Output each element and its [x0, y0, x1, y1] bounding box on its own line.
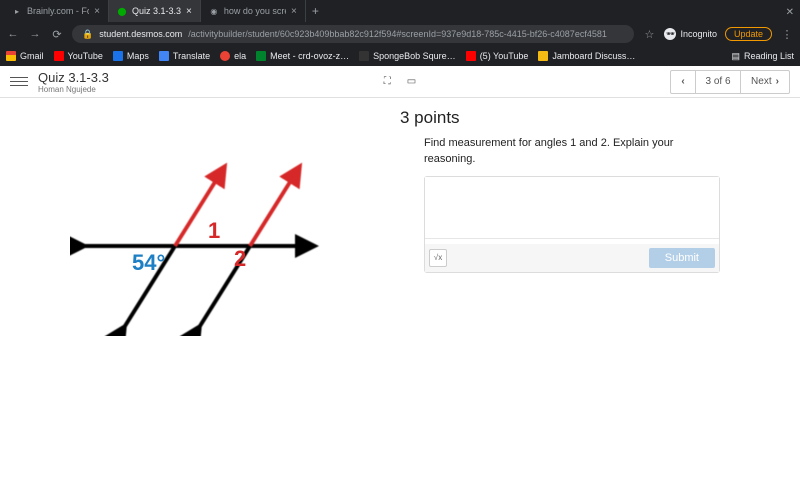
angle-1-label: 1: [208, 218, 220, 243]
tab-label: how do you screenshot on ma: [224, 6, 286, 16]
spongebob-icon: [359, 51, 369, 61]
bookmark-maps[interactable]: Maps: [113, 51, 149, 61]
reload-icon[interactable]: ⟳: [50, 28, 64, 41]
desmos-favicon: ⬤: [117, 6, 127, 16]
close-icon[interactable]: ×: [94, 6, 100, 17]
bookmark-label: Meet - crd-ovoz-z…: [270, 51, 349, 61]
summary-icon[interactable]: ▭: [407, 76, 416, 87]
chevron-right-icon: ›: [776, 76, 779, 87]
close-icon[interactable]: ×: [186, 6, 192, 17]
tab-label: Brainly.com - For students. By: [27, 6, 89, 16]
given-angle-label: 54°: [132, 250, 165, 275]
youtube-icon: [54, 51, 64, 61]
bookmark-meet[interactable]: Meet - crd-ovoz-z…: [256, 51, 349, 61]
bookmark-label: Jamboard Discuss…: [552, 51, 635, 61]
tab-google-search[interactable]: ◉ how do you screenshot on ma ×: [201, 0, 306, 22]
bookmark-gmail[interactable]: Gmail: [6, 51, 44, 61]
url-path: /activitybuilder/student/60c923b409bbab8…: [188, 29, 607, 39]
bookmark-label: SpongeBob Squre…: [373, 51, 456, 61]
update-button[interactable]: Update: [725, 27, 772, 41]
gmail-icon: [6, 51, 16, 61]
next-button[interactable]: Next ›: [740, 70, 790, 94]
star-icon[interactable]: ☆: [642, 28, 656, 41]
forward-icon[interactable]: →: [28, 28, 42, 40]
incognito-badge: 🕶 Incognito: [664, 28, 717, 40]
app-header: Quiz 3.1-3.3 Homan Ngujede ⛶ ▭ ‹ 3 of 6 …: [0, 66, 800, 98]
bookmark-translate[interactable]: Translate: [159, 51, 210, 61]
fullscreen-icon[interactable]: ⛶: [384, 76, 391, 87]
incognito-icon: 🕶: [664, 28, 676, 40]
bookmark-ela[interactable]: ela: [220, 51, 246, 61]
ela-icon: [220, 51, 230, 61]
answer-panel: √x Submit: [424, 176, 720, 273]
hamburger-menu-icon[interactable]: [10, 77, 28, 87]
address-bar[interactable]: 🔒 student.desmos.com /activitybuilder/st…: [72, 25, 634, 43]
brainly-favicon: ▸: [12, 6, 22, 16]
math-input-toggle[interactable]: √x: [429, 249, 447, 267]
url-host: student.desmos.com: [99, 29, 182, 39]
reading-list-button[interactable]: ▤ Reading List: [731, 51, 794, 62]
prev-button[interactable]: ‹: [670, 70, 696, 94]
new-tab-button[interactable]: +: [306, 4, 325, 18]
page-indicator: 3 of 6: [696, 70, 740, 94]
bookmark-label: Translate: [173, 51, 210, 61]
submit-button[interactable]: Submit: [649, 248, 715, 268]
window-close-icon[interactable]: ✕: [786, 7, 794, 18]
jamboard-icon: [538, 51, 548, 61]
bookmark-youtube2[interactable]: (5) YouTube: [466, 51, 529, 61]
youtube-icon: [466, 51, 476, 61]
address-bar-row: ← → ⟳ 🔒 student.desmos.com /activitybuil…: [0, 22, 800, 46]
bookmark-label: (5) YouTube: [480, 51, 529, 61]
meet-icon: [256, 51, 266, 61]
reading-list-label: Reading List: [744, 51, 794, 61]
menu-icon[interactable]: ⋮: [780, 28, 794, 41]
window-controls: ✕: [786, 2, 800, 20]
tab-desmos-quiz[interactable]: ⬤ Quiz 3.1-3.3 ×: [109, 0, 201, 22]
translate-icon: [159, 51, 169, 61]
back-icon[interactable]: ←: [6, 28, 20, 40]
page-title: Quiz 3.1-3.3: [38, 70, 670, 85]
close-icon[interactable]: ×: [291, 6, 297, 17]
points-heading: 3 points: [400, 108, 720, 128]
browser-tabs-bar: ▸ Brainly.com - For students. By × ⬤ Qui…: [0, 0, 800, 22]
angle-2-label: 2: [234, 246, 246, 271]
maps-icon: [113, 51, 123, 61]
google-favicon: ◉: [209, 6, 219, 16]
bookmark-youtube[interactable]: YouTube: [54, 51, 103, 61]
bookmark-spongebob[interactable]: SpongeBob Squre…: [359, 51, 456, 61]
reading-list-icon: ▤: [731, 51, 740, 62]
bookmark-label: Gmail: [20, 51, 44, 61]
bookmark-label: ela: [234, 51, 246, 61]
bookmark-label: YouTube: [68, 51, 103, 61]
lock-icon: 🔒: [82, 29, 93, 40]
next-label: Next: [751, 76, 772, 87]
tab-label: Quiz 3.1-3.3: [132, 6, 181, 16]
question-prompt: Find measurement for angles 1 and 2. Exp…: [424, 136, 720, 168]
bookmark-jamboard[interactable]: Jamboard Discuss…: [538, 51, 635, 61]
incognito-label: Incognito: [680, 29, 717, 39]
bookmark-label: Maps: [127, 51, 149, 61]
tab-brainly[interactable]: ▸ Brainly.com - For students. By ×: [4, 0, 109, 22]
bookmarks-bar: Gmail YouTube Maps Translate ela Meet - …: [0, 46, 800, 66]
answer-input[interactable]: [425, 177, 719, 239]
user-name: Homan Ngujede: [38, 85, 670, 94]
geometry-figure: 1 2 54°: [70, 136, 330, 336]
